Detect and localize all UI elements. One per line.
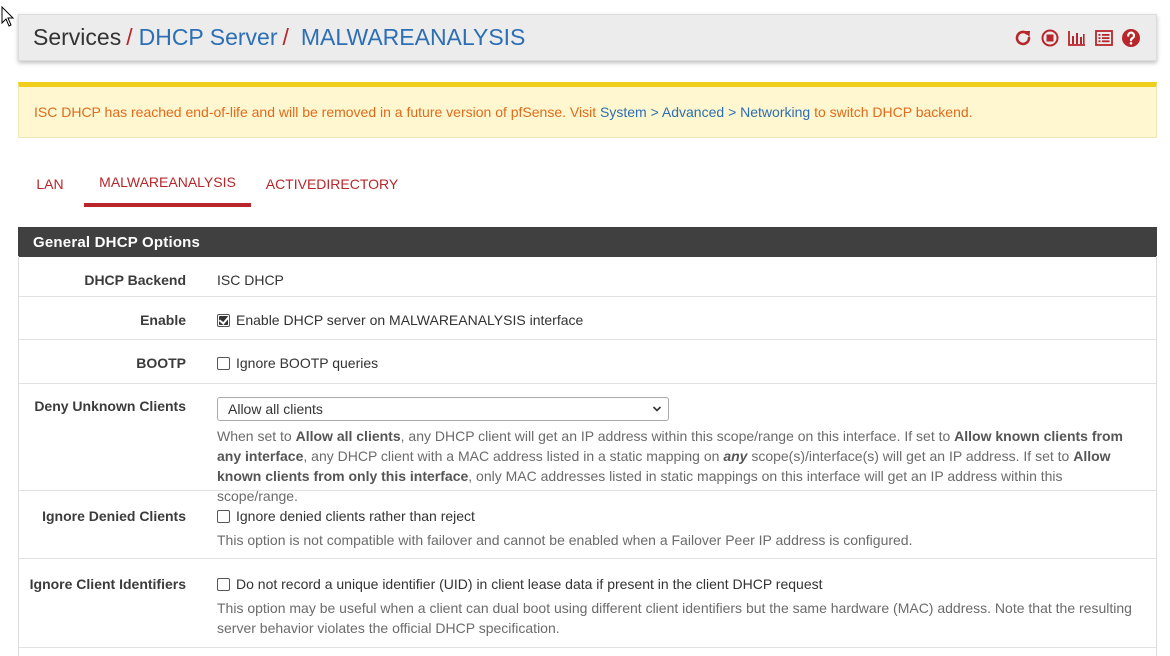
enable-label: Enable (140, 312, 186, 328)
ignore-client-identifiers-checkbox[interactable] (217, 578, 230, 591)
row-dhcp-backend: DHCP Backend ISC DHCP (19, 256, 1156, 297)
row-ignore-denied-clients: Ignore Denied Clients Ignore denied clie… (19, 491, 1156, 559)
breadcrumb-current-link[interactable]: MALWAREANALYSIS (301, 26, 526, 49)
restart-icon[interactable] (1012, 27, 1034, 49)
header-icon-group (1012, 27, 1142, 49)
row-bootp: BOOTP Ignore BOOTP queries (19, 340, 1156, 384)
tab-malwareanalysis[interactable]: MALWAREANALYSIS (84, 160, 251, 207)
stop-icon[interactable] (1039, 27, 1061, 49)
breadcrumb-dhcp-server-link[interactable]: DHCP Server (139, 26, 278, 49)
eol-warning-alert: ISC DHCP has reached end-of-life and wil… (18, 82, 1157, 138)
enable-checkbox[interactable] (217, 314, 230, 327)
bootp-checkbox[interactable] (217, 357, 230, 370)
alert-advanced-link[interactable]: Advanced (662, 104, 724, 120)
dhcp-backend-value: ISC DHCP (217, 272, 284, 288)
alert-text: ISC DHCP has reached end-of-life and wil… (34, 104, 973, 120)
mouse-cursor-icon (1, 6, 15, 27)
ignore-client-identifiers-checkbox-label[interactable]: Do not record a unique identifier (UID) … (236, 576, 823, 592)
alert-networking-link[interactable]: Networking (740, 104, 810, 120)
deny-unknown-clients-selected: Allow all clients (228, 401, 323, 417)
ignore-client-identifiers-help: This option may be useful when a client … (217, 600, 1132, 636)
log-icon[interactable] (1093, 27, 1115, 49)
ignore-denied-clients-field: Ignore denied clients rather than reject (217, 508, 475, 524)
panel-title: General DHCP Options (18, 227, 1157, 257)
ignore-denied-clients-label: Ignore Denied Clients (42, 508, 186, 524)
tab-lan[interactable]: LAN (18, 160, 82, 207)
ignore-client-identifiers-field: Do not record a unique identifier (UID) … (217, 576, 823, 592)
general-dhcp-options-panel: DHCP Backend ISC DHCP Enable Enable DHCP… (18, 256, 1157, 656)
enable-field: Enable DHCP server on MALWAREANALYSIS in… (217, 312, 583, 328)
row-enable: Enable Enable DHCP server on MALWAREANAL… (19, 297, 1156, 340)
bootp-checkbox-label[interactable]: Ignore BOOTP queries (236, 355, 378, 371)
status-graph-icon[interactable] (1066, 27, 1088, 49)
ignore-denied-clients-checkbox[interactable] (217, 510, 230, 523)
bootp-label: BOOTP (136, 355, 186, 371)
alert-system-link[interactable]: System (600, 104, 647, 120)
dhcp-backend-label: DHCP Backend (84, 272, 186, 288)
help-icon[interactable] (1120, 27, 1142, 49)
ignore-denied-clients-checkbox-label[interactable]: Ignore denied clients rather than reject (236, 508, 475, 524)
row-ignore-client-identifiers: Ignore Client Identifiers Do not record … (19, 559, 1156, 648)
ignore-denied-clients-help: This option is not compatible with failo… (217, 532, 913, 548)
breadcrumb-services: Services (33, 24, 122, 50)
deny-unknown-clients-label: Deny Unknown Clients (34, 398, 186, 414)
chevron-down-icon (652, 406, 662, 412)
breadcrumb-separator: / (282, 24, 289, 50)
enable-checkbox-label[interactable]: Enable DHCP server on MALWAREANALYSIS in… (236, 312, 583, 328)
breadcrumb-separator: / (126, 24, 133, 50)
tab-activedirectory[interactable]: ACTIVEDIRECTORY (258, 160, 406, 207)
deny-unknown-clients-select[interactable]: Allow all clients (217, 397, 669, 421)
bootp-field: Ignore BOOTP queries (217, 355, 378, 371)
ignore-client-identifiers-label: Ignore Client Identifiers (29, 576, 186, 592)
breadcrumb: Services / DHCP Server / MALWAREANALYSIS (18, 14, 1157, 61)
